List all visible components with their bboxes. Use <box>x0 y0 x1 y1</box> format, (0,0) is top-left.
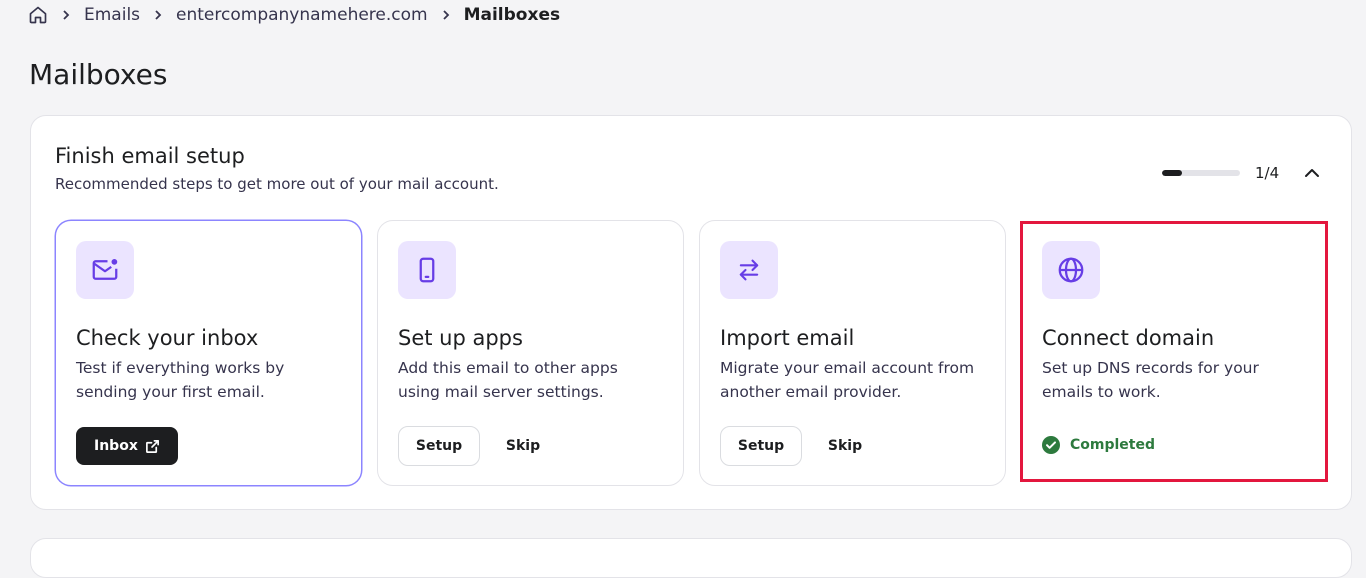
card-connect-domain: Connect domain Set up DNS records for yo… <box>1021 220 1328 486</box>
breadcrumb: Emails entercompanynamehere.com Mailboxe… <box>28 3 560 27</box>
inbox-button-label: Inbox <box>94 438 138 454</box>
breadcrumb-domain[interactable]: entercompanynamehere.com <box>176 5 428 25</box>
completed-label: Completed <box>1070 437 1156 453</box>
check-circle-icon <box>1042 436 1060 454</box>
chevron-up-icon[interactable] <box>1299 160 1325 186</box>
setup-subtitle: Recommended steps to get more out of you… <box>55 175 499 193</box>
card-title: Check your inbox <box>76 326 259 350</box>
breadcrumb-emails[interactable]: Emails <box>84 5 140 25</box>
apps-skip-button[interactable]: Skip <box>494 426 552 466</box>
swap-arrows-icon <box>720 241 778 299</box>
home-icon[interactable] <box>28 5 48 25</box>
completed-status: Completed <box>1042 436 1155 454</box>
card-title: Import email <box>720 326 855 350</box>
card-description: Add this email to other apps using mail … <box>398 359 618 401</box>
chevron-right-icon <box>60 9 72 21</box>
setup-progress: 1/4 <box>1162 160 1325 186</box>
card-check-inbox: Check your inbox Test if everything work… <box>55 220 362 486</box>
card-description: Test if everything works by sending your… <box>76 359 285 401</box>
chevron-right-icon <box>152 9 164 21</box>
external-link-icon <box>145 439 160 454</box>
smartphone-icon <box>398 241 456 299</box>
card-set-up-apps: Set up apps Add this email to other apps… <box>377 220 684 486</box>
progress-bar <box>1162 170 1240 176</box>
inbox-button[interactable]: Inbox <box>76 427 178 465</box>
mailbox-list-panel <box>30 538 1352 578</box>
card-description: Set up DNS records for your emails to wo… <box>1042 359 1259 401</box>
card-description: Migrate your email account from another … <box>720 359 975 401</box>
setup-title: Finish email setup <box>55 144 245 168</box>
chevron-right-icon <box>440 9 452 21</box>
email-setup-panel: Finish email setup Recommended steps to … <box>30 115 1352 510</box>
page-title: Mailboxes <box>29 58 168 91</box>
import-setup-button[interactable]: Setup <box>720 426 802 466</box>
globe-icon <box>1042 241 1100 299</box>
card-import-email: Import email Migrate your email account … <box>699 220 1006 486</box>
mail-notification-icon <box>76 241 134 299</box>
apps-setup-button[interactable]: Setup <box>398 426 480 466</box>
breadcrumb-mailboxes: Mailboxes <box>463 5 561 25</box>
import-skip-button[interactable]: Skip <box>816 426 874 466</box>
card-title: Connect domain <box>1042 326 1215 350</box>
progress-text: 1/4 <box>1255 164 1280 182</box>
card-title: Set up apps <box>398 326 523 350</box>
progress-bar-fill <box>1162 170 1182 176</box>
